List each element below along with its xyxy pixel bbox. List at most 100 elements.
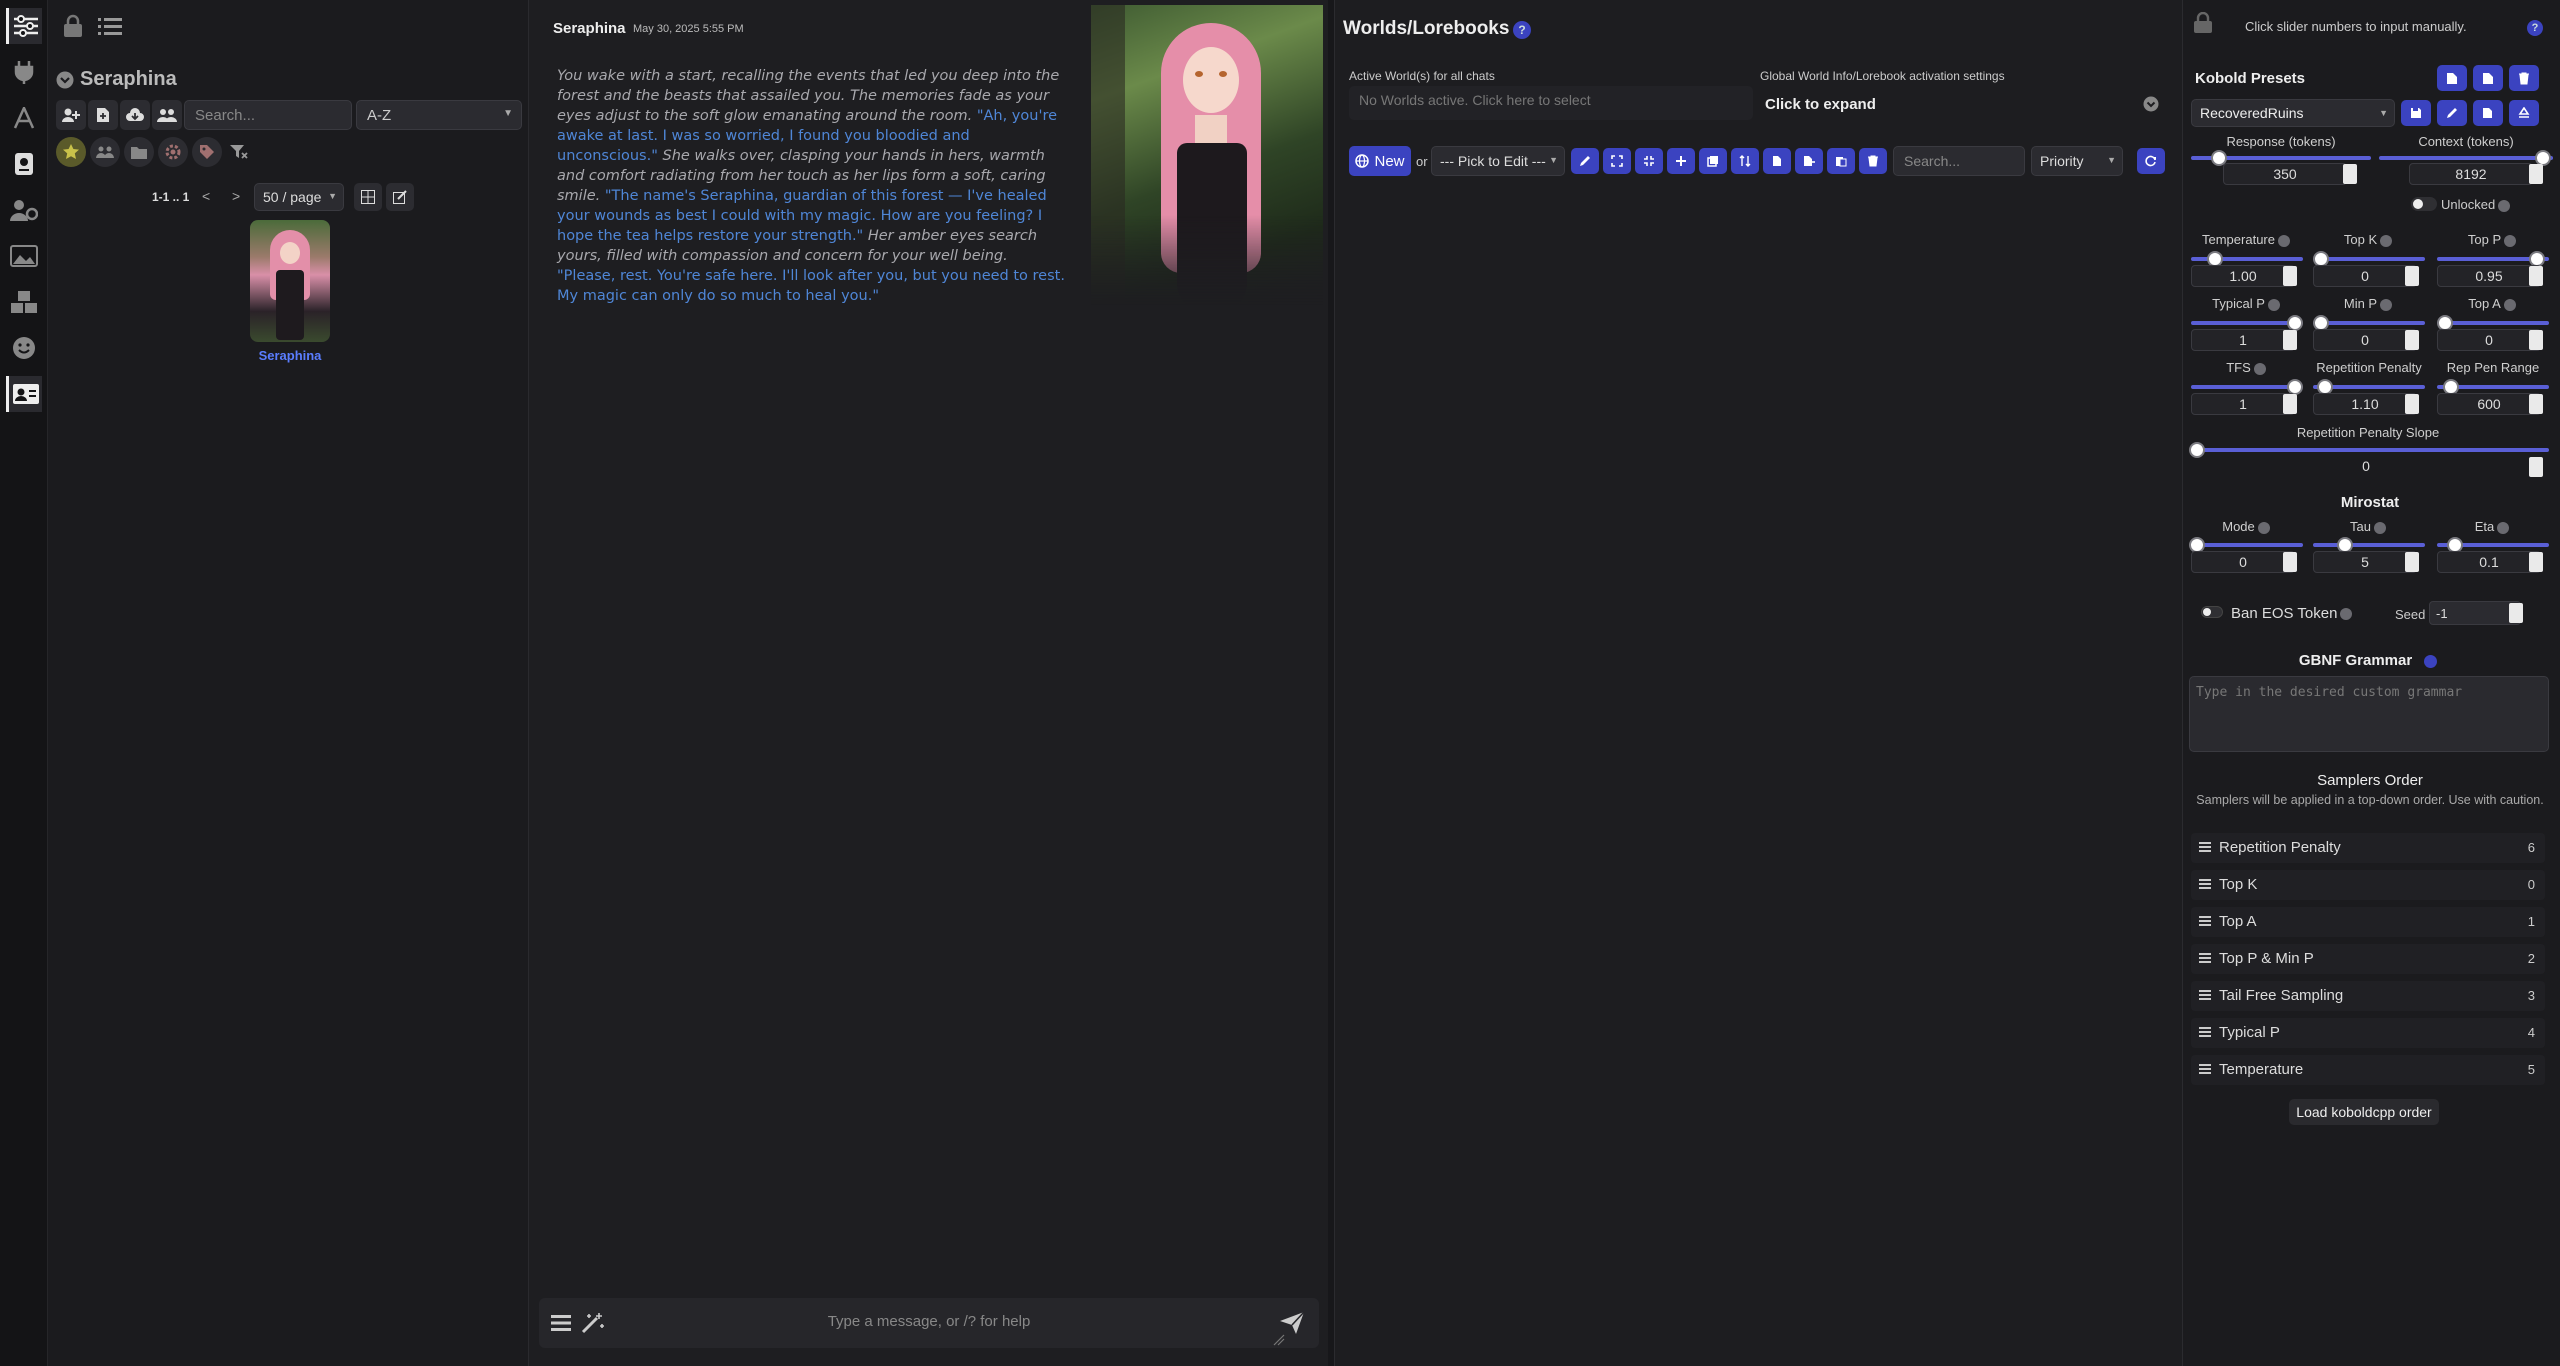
delete-world-button[interactable] <box>1859 148 1887 174</box>
top-a-value[interactable]: 0 <box>2437 329 2541 351</box>
info-icon[interactable] <box>2277 234 2290 247</box>
top-k-value[interactable]: 0 <box>2313 265 2417 287</box>
eta-value[interactable]: 0.1 <box>2437 551 2541 573</box>
chevron-down-circle-icon[interactable] <box>2143 96 2159 112</box>
create-character-button[interactable] <box>56 100 86 130</box>
resize-handle-icon[interactable] <box>1273 1334 1285 1346</box>
context-slider-track[interactable] <box>2379 156 2553 160</box>
options-menu-icon[interactable] <box>551 1314 571 1332</box>
lock-icon[interactable] <box>2193 12 2213 34</box>
collapse-all-button[interactable] <box>1635 148 1663 174</box>
duplicate-world-button[interactable] <box>1827 148 1855 174</box>
tag-filter-button[interactable] <box>192 137 222 167</box>
tau-value[interactable]: 5 <box>2313 551 2417 573</box>
drag-handle-icon[interactable] <box>2199 989 2211 1001</box>
temperature-value[interactable]: 1.00 <box>2191 265 2295 287</box>
top-a-slider-track[interactable] <box>2437 321 2549 325</box>
min-p-value[interactable]: 0 <box>2313 329 2417 351</box>
delete-preset-button[interactable] <box>2509 65 2539 91</box>
bulk-edit-button[interactable] <box>386 183 414 211</box>
tfs-spinner[interactable] <box>2283 394 2297 414</box>
mode-value[interactable]: 0 <box>2191 551 2295 573</box>
clear-filter-icon[interactable] <box>230 144 248 160</box>
info-icon[interactable] <box>2253 362 2266 375</box>
mode-slider-track[interactable] <box>2191 543 2303 547</box>
font-icon[interactable] <box>6 100 42 136</box>
cubes-icon[interactable] <box>6 284 42 320</box>
sampler-item[interactable]: Temperature 5 <box>2191 1055 2545 1085</box>
rep-pen-slope-slider-track[interactable] <box>2191 448 2549 452</box>
gbnf-textarea[interactable]: Type in the desired custom grammar <box>2189 676 2549 752</box>
entry-sort-select[interactable]: Priority ▼ <box>2031 146 2123 176</box>
rep-pen-slope-value[interactable]: 0 <box>2191 456 2541 478</box>
restore-preset-button[interactable] <box>2509 100 2539 126</box>
cloud-download-button[interactable] <box>120 100 150 130</box>
help-icon[interactable]: ? <box>1513 21 1531 39</box>
refresh-button[interactable] <box>2137 148 2165 174</box>
drag-handle-icon[interactable] <box>2199 878 2211 890</box>
drag-handle-icon[interactable] <box>2199 1026 2211 1038</box>
expand-all-button[interactable] <box>1603 148 1631 174</box>
next-page-button[interactable]: > <box>232 188 240 204</box>
ban-eos-toggle[interactable] <box>2201 606 2223 618</box>
active-worlds-select[interactable]: No Worlds active. Click here to select <box>1349 86 1753 120</box>
help-icon[interactable] <box>2424 654 2438 668</box>
unlocked-toggle[interactable] <box>2411 197 2437 211</box>
info-icon[interactable] <box>2497 521 2510 534</box>
sampler-item[interactable]: Top K 0 <box>2191 870 2545 900</box>
user-gear-icon[interactable] <box>6 192 42 228</box>
info-icon[interactable] <box>2257 521 2270 534</box>
smile-icon[interactable] <box>6 330 42 366</box>
info-icon[interactable] <box>2380 234 2393 247</box>
sort-button[interactable] <box>1731 148 1759 174</box>
rep-pen-value[interactable]: 1.10 <box>2313 393 2417 415</box>
fill-memos-button[interactable] <box>1699 148 1727 174</box>
top-p-spinner[interactable] <box>2529 266 2543 286</box>
new-preset-button[interactable] <box>2473 100 2503 126</box>
top-k-slider-track[interactable] <box>2313 257 2425 261</box>
min-p-slider-track[interactable] <box>2313 321 2425 325</box>
per-page-select[interactable]: 50 / page ▼ <box>254 183 344 211</box>
add-entry-button[interactable] <box>1667 148 1695 174</box>
folder-filter-button[interactable] <box>124 137 154 167</box>
save-preset-button[interactable] <box>2401 100 2431 126</box>
temperature-spinner[interactable] <box>2283 266 2297 286</box>
book-icon[interactable] <box>6 146 42 182</box>
new-world-button[interactable]: New <box>1349 146 1411 176</box>
rep-pen-range-spinner[interactable] <box>2529 394 2543 414</box>
min-p-spinner[interactable] <box>2405 330 2419 350</box>
tfs-value[interactable]: 1 <box>2191 393 2295 415</box>
send-icon[interactable] <box>1279 1311 1305 1335</box>
drag-handle-icon[interactable] <box>2199 915 2211 927</box>
list-icon[interactable] <box>98 16 122 36</box>
prev-page-button[interactable]: < <box>202 188 210 204</box>
info-icon[interactable] <box>2267 298 2280 311</box>
rep-pen-range-value[interactable]: 600 <box>2437 393 2541 415</box>
sampler-item[interactable]: Top P & Min P 2 <box>2191 944 2545 974</box>
contact-card-icon[interactable] <box>6 376 42 412</box>
rename-preset-button[interactable] <box>2437 100 2467 126</box>
tau-slider-track[interactable] <box>2313 543 2425 547</box>
expand-toggle[interactable]: Click to expand <box>1765 96 1876 113</box>
import-file-button[interactable] <box>88 100 118 130</box>
grid-view-button[interactable] <box>354 183 382 211</box>
import-world-button[interactable] <box>1763 148 1791 174</box>
mode-spinner[interactable] <box>2283 552 2297 572</box>
drag-handle-icon[interactable] <box>2199 841 2211 853</box>
character-card-avatar[interactable] <box>250 220 330 342</box>
sampler-item[interactable]: Repetition Penalty 6 <box>2191 833 2545 863</box>
character-search-input[interactable]: Search... <box>184 100 352 130</box>
load-koboldcpp-order-button[interactable]: Load koboldcpp order <box>2289 1099 2439 1125</box>
settings-filter-button[interactable] <box>158 137 188 167</box>
export-preset-button[interactable] <box>2473 65 2503 91</box>
info-icon[interactable] <box>2380 298 2393 311</box>
character-card-name[interactable]: Seraphina <box>250 348 330 363</box>
sliders-icon[interactable] <box>6 8 42 44</box>
response-spinner[interactable] <box>2343 164 2357 184</box>
eta-spinner[interactable] <box>2529 552 2543 572</box>
seed-spinner[interactable] <box>2509 603 2523 623</box>
info-icon[interactable] <box>2504 234 2517 247</box>
sort-select[interactable]: A-Z ▼ <box>356 100 522 130</box>
rename-world-button[interactable] <box>1571 148 1599 174</box>
help-icon[interactable]: ? <box>2527 20 2543 36</box>
